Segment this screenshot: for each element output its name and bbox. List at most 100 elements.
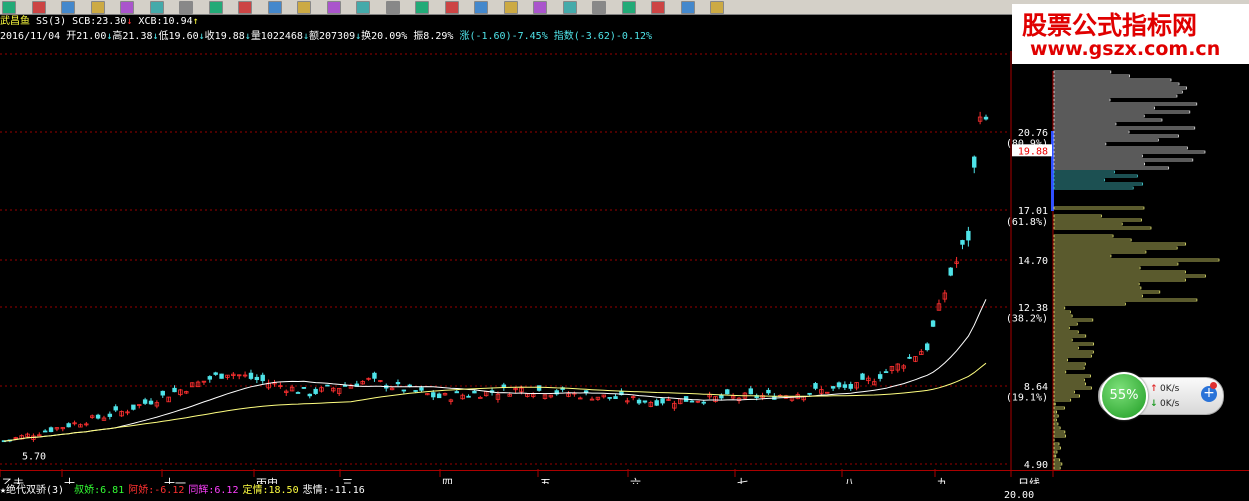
candle-body — [95, 414, 101, 419]
download-arrow-icon: ↓ — [1150, 399, 1158, 409]
volume-profile-bar — [1053, 98, 1111, 102]
grid-icon[interactable] — [267, 1, 282, 14]
volume-profile-bar — [1053, 262, 1179, 266]
watermark-url: www.gszx.com.cn — [1030, 38, 1221, 60]
color-icon[interactable] — [680, 1, 695, 14]
candle-body — [877, 374, 883, 379]
volume-profile-bar — [1053, 426, 1061, 430]
panel-divider — [0, 470, 1249, 471]
candle-body — [142, 399, 148, 404]
bell-icon[interactable] — [149, 1, 164, 14]
circle-tool-icon[interactable] — [592, 1, 606, 14]
volume-profile-bar — [1053, 110, 1191, 114]
candle-body — [642, 400, 648, 403]
candle-body — [248, 372, 254, 379]
volume-profile-bar — [1053, 362, 1086, 366]
price-axis-label: (61.8%) — [1006, 217, 1048, 228]
price-axis-label: 20.76 — [1018, 128, 1048, 139]
volume-profile-bar — [1053, 322, 1078, 326]
candle-body — [607, 397, 612, 399]
volume-profile-bar — [1053, 306, 1066, 310]
chart-icon[interactable] — [2, 1, 16, 14]
candle-body — [254, 376, 260, 381]
cube-icon[interactable] — [61, 1, 75, 14]
candle-body — [660, 398, 665, 404]
copy-icon[interactable] — [31, 1, 46, 14]
volume-profile-bar — [1053, 414, 1059, 418]
watermark-title: 股票公式指标网 — [1022, 11, 1198, 40]
candle-body — [131, 404, 136, 410]
pencil-icon[interactable] — [179, 1, 193, 14]
volume-profile-bar — [1053, 174, 1138, 178]
volume-profile-bar — [1053, 418, 1057, 422]
xcb-value: XCB:10.94 — [138, 16, 193, 27]
candle-body — [325, 384, 330, 387]
volume-profile-bar — [1053, 462, 1063, 466]
quote-date: 2016/11/04 — [0, 31, 61, 42]
volume-profile-bar — [1053, 86, 1187, 90]
candle-body — [431, 392, 436, 398]
volume-profile-bar — [1053, 158, 1194, 162]
volume-profile-bar — [1053, 218, 1142, 222]
layout-icon[interactable] — [238, 1, 252, 14]
volume-profile-bar — [1053, 114, 1145, 118]
rect-tool-icon[interactable] — [562, 1, 577, 14]
candle-body — [860, 373, 865, 380]
line-tool-icon[interactable] — [385, 1, 400, 14]
volume-profile-bar — [1053, 442, 1060, 446]
arrow-down-icon: ↓ — [126, 16, 133, 27]
candle-body — [413, 390, 418, 392]
candle-body — [930, 320, 936, 327]
arrow-tool-icon[interactable] — [503, 1, 518, 14]
candle-body — [342, 384, 348, 387]
candle-body — [830, 386, 836, 389]
volume-profile-bar — [1053, 454, 1057, 458]
candle-body — [883, 371, 889, 374]
volume-profile-bar — [1053, 254, 1112, 258]
list-icon[interactable] — [208, 1, 223, 14]
min-price-label: 5.70 — [22, 451, 46, 462]
pointer-icon[interactable] — [356, 1, 370, 14]
window-icon[interactable] — [297, 1, 311, 14]
wrench-icon[interactable] — [90, 1, 105, 14]
candle-body — [466, 395, 471, 398]
price-axis-label: 17.01 — [1018, 206, 1048, 217]
volume-profile-bar — [1053, 274, 1206, 278]
volume-profile-bar — [1053, 270, 1186, 274]
download-speed: ↓ 0K/s — [1150, 399, 1180, 409]
kline-chart[interactable]: 24.5020.76(80.9%)17.01(61.8%)14.7012.38(… — [0, 44, 1249, 484]
volume-profile-bar — [1053, 122, 1117, 126]
candle-body — [725, 389, 730, 395]
volume-profile-bar — [1053, 450, 1058, 454]
volume-profile-bar — [1053, 170, 1115, 174]
paint-icon[interactable] — [621, 1, 636, 14]
candle-body — [654, 400, 659, 406]
volume-profile-bar — [1053, 338, 1073, 342]
site-watermark: 股票公式指标网 www.gszx.com.cn — [1012, 4, 1249, 64]
text-tool-icon[interactable] — [415, 1, 429, 14]
ss-label: SS(3) — [36, 16, 67, 27]
camera-icon[interactable] — [651, 1, 665, 14]
volume-profile-bar — [1053, 382, 1087, 386]
quote-amplitude: 振8.29% — [413, 31, 454, 42]
image-icon[interactable] — [326, 1, 341, 14]
fan-icon[interactable] — [474, 1, 488, 14]
time-axis-label: 九 — [937, 477, 948, 484]
current-price-label: 19.88 — [1018, 146, 1048, 157]
volume-profile-bar — [1053, 226, 1152, 230]
apple-icon[interactable] — [120, 1, 134, 14]
volume-profile-bar — [1053, 78, 1172, 82]
save-icon[interactable] — [710, 1, 724, 14]
bars-icon[interactable] — [444, 1, 459, 14]
stripes-icon[interactable] — [533, 1, 547, 14]
quote-volume: 量1022468 — [250, 31, 303, 42]
upload-speed: ↑ 0K/s — [1150, 384, 1180, 394]
candle-body — [924, 343, 930, 351]
volume-profile-bar — [1053, 326, 1070, 330]
volume-profile-bar — [1053, 178, 1106, 182]
volume-profile-bar — [1053, 386, 1092, 390]
price-axis-label: 14.70 — [1018, 256, 1048, 267]
volume-profile-bar — [1053, 378, 1085, 382]
quote-change: 涨(-1.60)-7.45% — [459, 31, 548, 42]
volume-profile-bar — [1053, 162, 1146, 166]
